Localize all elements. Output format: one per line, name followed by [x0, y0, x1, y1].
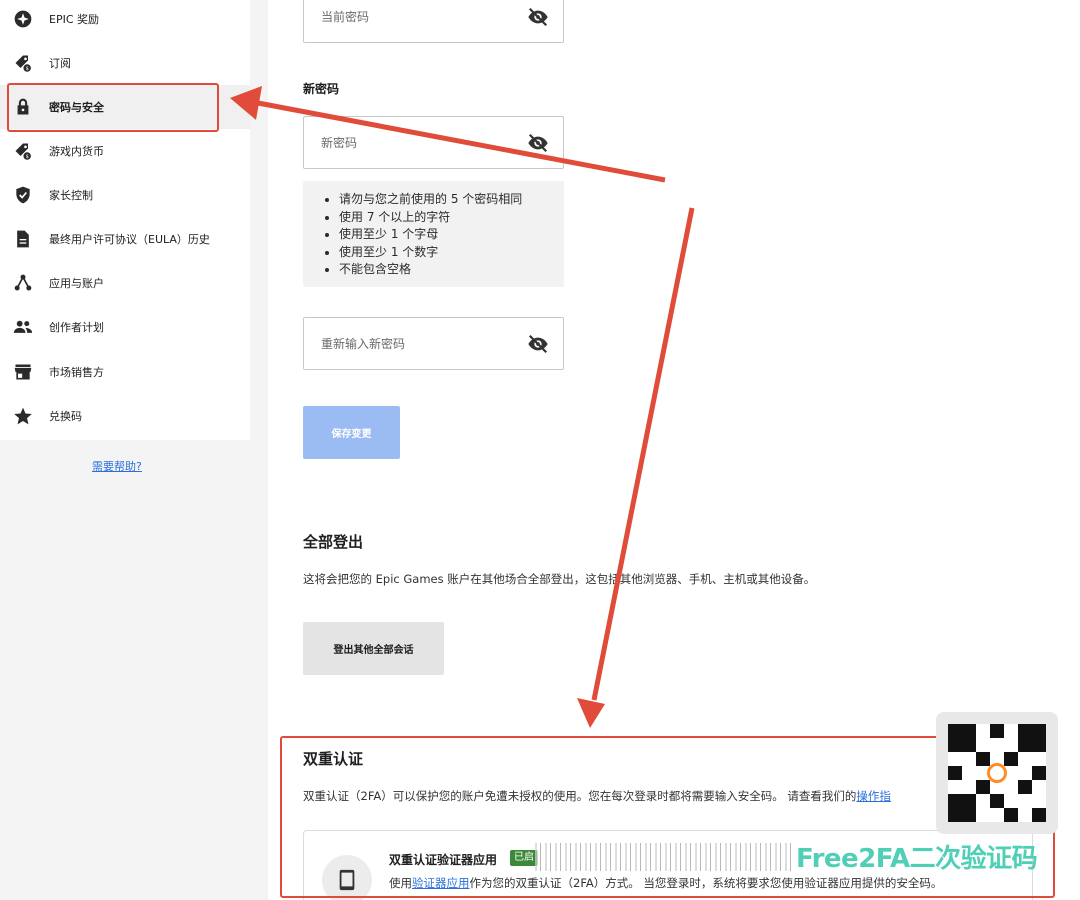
new-password-input[interactable]: [321, 135, 511, 150]
sidebar-item-label: EPIC 奖励: [49, 13, 100, 26]
sidebar-item-label: 应用与账户: [49, 277, 104, 290]
current-password-field[interactable]: [303, 0, 564, 43]
confirm-password-input[interactable]: [321, 336, 511, 351]
help-link[interactable]: 需要帮助?: [92, 458, 142, 474]
sidebar-item-creator-program[interactable]: 创作者计划: [0, 305, 250, 349]
new-password-field[interactable]: [303, 116, 564, 169]
logout-all-title: 全部登出: [303, 533, 364, 551]
eye-off-icon[interactable]: [527, 333, 549, 355]
sidebar-item-apps-accounts[interactable]: 应用与账户: [0, 261, 250, 305]
save-changes-button[interactable]: 保存变更: [303, 406, 400, 459]
sidebar-item-label: 兑换码: [49, 410, 82, 423]
currency-tag-icon: $: [12, 140, 34, 162]
logout-all-description: 这将会把您的 Epic Games 账户在其他场合全部登出，这包括其他浏览器、手…: [303, 572, 816, 586]
sidebar-item-epic-rewards[interactable]: EPIC 奖励: [0, 0, 250, 41]
sidebar-item-redeem-code[interactable]: 兑换码: [0, 394, 250, 438]
password-rule: 请勿与您之前使用的 5 个密码相同: [339, 191, 564, 209]
sidebar-item-subscriptions[interactable]: $ 订阅: [0, 41, 250, 85]
authenticator-app-link[interactable]: 验证器应用: [412, 876, 470, 890]
guide-link[interactable]: 操作指: [856, 789, 891, 803]
enabled-badge: 已启: [510, 850, 538, 866]
eye-off-icon[interactable]: [527, 6, 549, 28]
password-rules: 请勿与您之前使用的 5 个密码相同 使用 7 个以上的字符 使用至少 1 个字母…: [303, 181, 564, 287]
qr-code-icon: [936, 712, 1058, 834]
sidebar-item-password-security[interactable]: 密码与安全: [0, 85, 250, 129]
authenticator-app-title: 双重认证验证器应用: [389, 853, 498, 867]
sidebar-item-label: 游戏内货币: [49, 145, 104, 158]
qr-center-logo-icon: [987, 763, 1007, 783]
authenticator-app-description: 使用验证器应用作为您的双重认证（2FA）方式。 当您登录时，系统将要求您使用验证…: [389, 876, 979, 891]
sidebar-item-label: 订阅: [49, 57, 71, 70]
sidebar-item-label: 创作者计划: [49, 321, 104, 334]
two-factor-title: 双重认证: [303, 750, 364, 768]
password-rule: 使用至少 1 个数字: [339, 244, 564, 262]
shield-check-icon: [12, 184, 34, 206]
sidebar-item-marketplace-seller[interactable]: 市场销售方: [0, 350, 250, 394]
document-icon: [12, 228, 34, 250]
storefront-icon: [12, 361, 34, 383]
sidebar-item-label: 市场销售方: [49, 366, 104, 379]
svg-text:$: $: [26, 154, 29, 160]
epic-rewards-icon: [12, 8, 34, 30]
password-rule: 不能包含空格: [339, 261, 564, 279]
sidebar-item-label: 家长控制: [49, 189, 93, 202]
two-factor-description: 双重认证（2FA）可以保护您的账户免遭未授权的使用。您在每次登录时都将需要输入安…: [303, 788, 891, 804]
overlay-barcode-strip: [535, 843, 795, 871]
new-password-label: 新密码: [303, 82, 340, 96]
password-rule: 使用至少 1 个字母: [339, 226, 564, 244]
two-factor-description-text: 双重认证（2FA）可以保护您的账户免遭未授权的使用。您在每次登录时都将需要输入安…: [303, 789, 857, 803]
sidebar-item-parental-controls[interactable]: 家长控制: [0, 173, 250, 217]
svg-text:$: $: [26, 66, 29, 72]
current-password-input[interactable]: [321, 9, 511, 24]
sidebar-item-label: 最终用户许可协议（EULA）历史: [49, 233, 210, 246]
sidebar-item-eula-history[interactable]: 最终用户许可协议（EULA）历史: [0, 217, 250, 261]
sidebar-item-in-game-currency[interactable]: $ 游戏内货币: [0, 129, 250, 173]
authenticator-desc-prefix: 使用: [389, 876, 412, 890]
sidebar-item-label: 密码与安全: [49, 101, 104, 114]
sidebar: EPIC 奖励 $ 订阅 密码与安全 $ 游戏内货币 家长控制 最终用户许可协议…: [0, 0, 250, 440]
logout-all-sessions-button[interactable]: 登出其他全部会话: [303, 622, 444, 675]
lock-icon: [12, 96, 34, 118]
password-rule: 使用 7 个以上的字符: [339, 209, 564, 227]
connections-icon: [12, 272, 34, 294]
smartphone-icon: [322, 855, 372, 900]
star-icon: [12, 405, 34, 427]
watermark-text: Free2FA二次验证码: [796, 844, 1038, 874]
confirm-password-field[interactable]: [303, 317, 564, 370]
subscription-tag-icon: $: [12, 52, 34, 74]
authenticator-desc-suffix: 作为您的双重认证（2FA）方式。 当您登录时，系统将要求您使用验证器应用提供的安…: [469, 876, 943, 890]
eye-off-icon[interactable]: [527, 132, 549, 154]
people-icon: [12, 316, 34, 338]
